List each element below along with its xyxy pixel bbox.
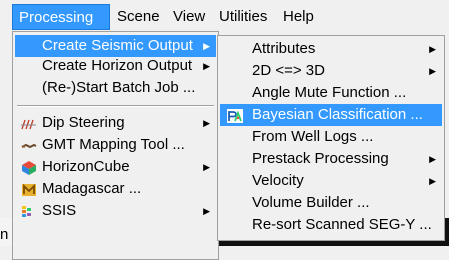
menu-separator: [17, 105, 214, 107]
menu-item-label: Dip Steering: [42, 114, 125, 131]
submenu-arrow-icon: ▶: [203, 206, 210, 216]
menu-item-label: Create Horizon Output: [42, 57, 193, 74]
menu-item-label: HorizonCube: [42, 158, 130, 175]
menu-item-restart-batch-job[interactable]: (Re-)Start Batch Job ...: [15, 77, 216, 99]
menu-item-horizoncube[interactable]: HorizonCube ▶: [15, 156, 216, 178]
menu-item-label: Bayesian Classification ...: [252, 106, 423, 123]
menu-item-gmt-mapping-tool[interactable]: GMT Mapping Tool ...: [15, 134, 216, 156]
ssis-icon: [21, 204, 37, 218]
menu-item-bayesian-classification[interactable]: Bayesian Classification ...: [220, 104, 442, 126]
menu-item-label: Create Seismic Output: [42, 37, 193, 54]
seismic-output-submenu: Attributes ▶ 2D <=> 3D ▶ Angle Mute Func…: [217, 35, 445, 241]
submenu-arrow-icon: ▶: [429, 66, 436, 76]
menu-item-label: Angle Mute Function ...: [252, 84, 407, 101]
menu-utilities[interactable]: Utilities: [213, 4, 273, 30]
processing-menu: Create Seismic Output ▶ Create Horizon O…: [12, 31, 219, 260]
submenu-arrow-icon: ▶: [203, 41, 210, 51]
bayesian-icon: [227, 108, 243, 123]
menu-processing[interactable]: Processing: [12, 4, 110, 30]
menu-item-resort-scanned-segy[interactable]: Re-sort Scanned SEG-Y ...: [220, 214, 442, 236]
menu-item-create-seismic-output[interactable]: Create Seismic Output ▶: [15, 35, 216, 57]
menu-item-dip-steering[interactable]: Dip Steering ▶: [15, 112, 216, 134]
submenu-arrow-icon: ▶: [429, 44, 436, 54]
menu-item-label: Attributes: [252, 40, 316, 57]
menu-item-from-well-logs[interactable]: From Well Logs ...: [220, 126, 442, 148]
menu-bar: Processing Scene View Utilities Help: [0, 0, 449, 34]
menu-item-label: 2D <=> 3D: [252, 62, 325, 79]
menu-item-label: Re-sort Scanned SEG-Y ...: [252, 216, 432, 233]
menu-item-angle-mute-function[interactable]: Angle Mute Function ...: [220, 82, 442, 104]
menu-item-madagascar[interactable]: Madagascar ...: [15, 178, 216, 200]
menu-item-label: Prestack Processing: [252, 150, 389, 167]
menu-item-ssis[interactable]: SSIS ▶: [15, 200, 216, 222]
madagascar-icon: [21, 182, 37, 196]
menu-item-prestack-processing[interactable]: Prestack Processing ▶: [220, 148, 442, 170]
menu-item-label: GMT Mapping Tool ...: [42, 136, 185, 153]
menu-item-label: (Re-)Start Batch Job ...: [42, 79, 196, 96]
horizoncube-icon: [21, 160, 37, 175]
menu-help[interactable]: Help: [277, 4, 320, 30]
submenu-arrow-icon: ▶: [429, 154, 436, 164]
menu-item-attributes[interactable]: Attributes ▶: [220, 38, 442, 60]
menu-item-label: Velocity: [252, 172, 304, 189]
menu-item-label: SSIS: [42, 202, 77, 219]
menu-scene[interactable]: Scene: [111, 4, 166, 30]
menu-item-label: Volume Builder ...: [252, 194, 370, 211]
submenu-arrow-icon: ▶: [203, 61, 210, 71]
menu-item-label: From Well Logs ...: [252, 128, 374, 145]
menu-view[interactable]: View: [167, 4, 211, 30]
menu-item-create-horizon-output[interactable]: Create Horizon Output ▶: [15, 55, 216, 77]
menu-item-2d-3d[interactable]: 2D <=> 3D ▶: [220, 60, 442, 82]
gmt-icon: [21, 138, 37, 152]
submenu-arrow-icon: ▶: [429, 176, 436, 186]
submenu-arrow-icon: ▶: [203, 118, 210, 128]
submenu-arrow-icon: ▶: [203, 162, 210, 172]
menu-item-volume-builder[interactable]: Volume Builder ...: [220, 192, 442, 214]
dip-steering-icon: [21, 116, 37, 130]
menu-item-label: Madagascar ...: [42, 180, 142, 197]
menu-item-velocity[interactable]: Velocity ▶: [220, 170, 442, 192]
